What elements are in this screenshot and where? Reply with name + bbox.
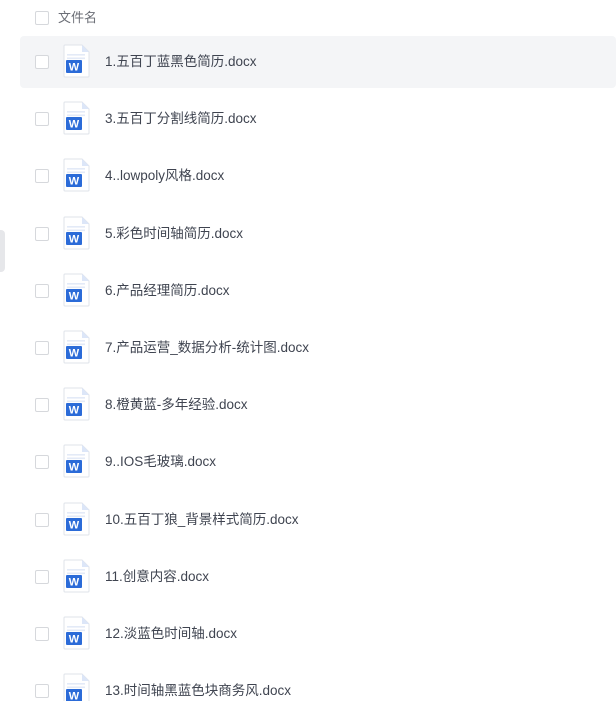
svg-text:W: W <box>69 348 80 360</box>
file-select-checkbox[interactable] <box>35 283 49 298</box>
file-name-link[interactable]: 1.五百丁蓝黑色简历.docx <box>105 52 257 72</box>
file-select-checkbox[interactable] <box>35 512 49 527</box>
svg-text:W: W <box>69 634 80 646</box>
file-name-link[interactable]: 9..IOS毛玻璃.docx <box>105 452 216 472</box>
file-select-checkbox[interactable] <box>35 455 49 470</box>
word-doc-icon[interactable]: W <box>62 44 90 78</box>
file-name-link[interactable]: 11.创意内容.docx <box>105 567 209 587</box>
sidebar-collapse-handle[interactable] <box>0 230 5 272</box>
word-doc-icon[interactable]: W <box>62 444 90 478</box>
column-header-filename[interactable]: 文件名 <box>58 9 97 27</box>
svg-text:W: W <box>69 462 80 474</box>
select-all-checkbox[interactable] <box>35 11 49 25</box>
file-select-checkbox[interactable] <box>35 341 49 355</box>
file-name-link[interactable]: 10.五百丁狼_背景样式简历.docx <box>105 510 299 530</box>
file-row[interactable]: W 7.产品运营_数据分析-统计图.docx <box>20 322 616 374</box>
svg-text:W: W <box>69 233 80 245</box>
svg-text:W: W <box>69 176 80 188</box>
file-row[interactable]: W 5.彩色时间轴简历.docx <box>20 208 616 260</box>
file-name-link[interactable]: 13.时间轴黑蓝色块商务风.docx <box>105 681 291 701</box>
file-row[interactable]: W 9..IOS毛玻璃.docx <box>20 436 616 488</box>
file-select-checkbox[interactable] <box>35 226 49 241</box>
svg-text:W: W <box>69 290 80 302</box>
word-doc-icon[interactable]: W <box>62 616 90 650</box>
file-row[interactable]: W 6.产品经理简历.docx <box>20 265 616 317</box>
file-select-checkbox[interactable] <box>35 627 49 641</box>
word-doc-icon[interactable]: W <box>62 330 90 364</box>
file-select-checkbox[interactable] <box>35 569 49 584</box>
file-row[interactable]: W 3.五百丁分割线简历.docx <box>20 93 616 145</box>
file-row[interactable]: W 10.五百丁狼_背景样式简历.docx <box>20 494 616 546</box>
word-doc-icon[interactable]: W <box>62 273 90 307</box>
file-select-checkbox[interactable] <box>35 112 49 127</box>
file-select-checkbox[interactable] <box>35 684 49 699</box>
svg-text:W: W <box>69 576 80 588</box>
file-row[interactable]: W 4..lowpoly风格.docx <box>20 150 616 202</box>
file-name-link[interactable]: 7.产品运营_数据分析-统计图.docx <box>105 338 309 358</box>
file-row[interactable]: W 1.五百丁蓝黑色简历.docx <box>20 36 616 88</box>
file-row[interactable]: W 11.创意内容.docx <box>20 551 616 603</box>
svg-text:W: W <box>69 691 80 701</box>
word-doc-icon[interactable]: W <box>62 216 90 250</box>
word-doc-icon[interactable]: W <box>62 387 90 421</box>
file-row[interactable]: W 13.时间轴黑蓝色块商务风.docx <box>20 665 616 701</box>
file-select-checkbox[interactable] <box>35 55 49 69</box>
svg-text:W: W <box>69 62 80 74</box>
svg-text:W: W <box>69 519 80 531</box>
file-name-link[interactable]: 4..lowpoly风格.docx <box>105 166 224 186</box>
file-name-link[interactable]: 5.彩色时间轴简历.docx <box>105 224 243 244</box>
file-row[interactable]: W 8.橙黄蓝-多年经验.docx <box>20 379 616 431</box>
word-doc-icon[interactable]: W <box>62 101 90 135</box>
word-doc-icon[interactable]: W <box>62 673 90 701</box>
file-list-header: 文件名 <box>20 0 616 36</box>
file-browser-page: 文件名 W 1.五百丁蓝黑色简历.docx W 3.五百丁分割线简历.docx W 4..… <box>0 0 616 701</box>
file-name-link[interactable]: 6.产品经理简历.docx <box>105 281 230 301</box>
word-doc-icon[interactable]: W <box>62 502 90 536</box>
word-doc-icon[interactable]: W <box>62 158 90 192</box>
file-select-checkbox[interactable] <box>35 398 49 413</box>
file-row[interactable]: W 12.淡蓝色时间轴.docx <box>20 608 616 660</box>
file-name-link[interactable]: 8.橙黄蓝-多年经验.docx <box>105 395 248 415</box>
word-doc-icon[interactable]: W <box>62 559 90 593</box>
svg-text:W: W <box>69 405 80 417</box>
svg-text:W: W <box>69 119 80 131</box>
file-select-checkbox[interactable] <box>35 169 49 184</box>
file-name-link[interactable]: 3.五百丁分割线简历.docx <box>105 109 257 129</box>
file-name-link[interactable]: 12.淡蓝色时间轴.docx <box>105 624 237 644</box>
